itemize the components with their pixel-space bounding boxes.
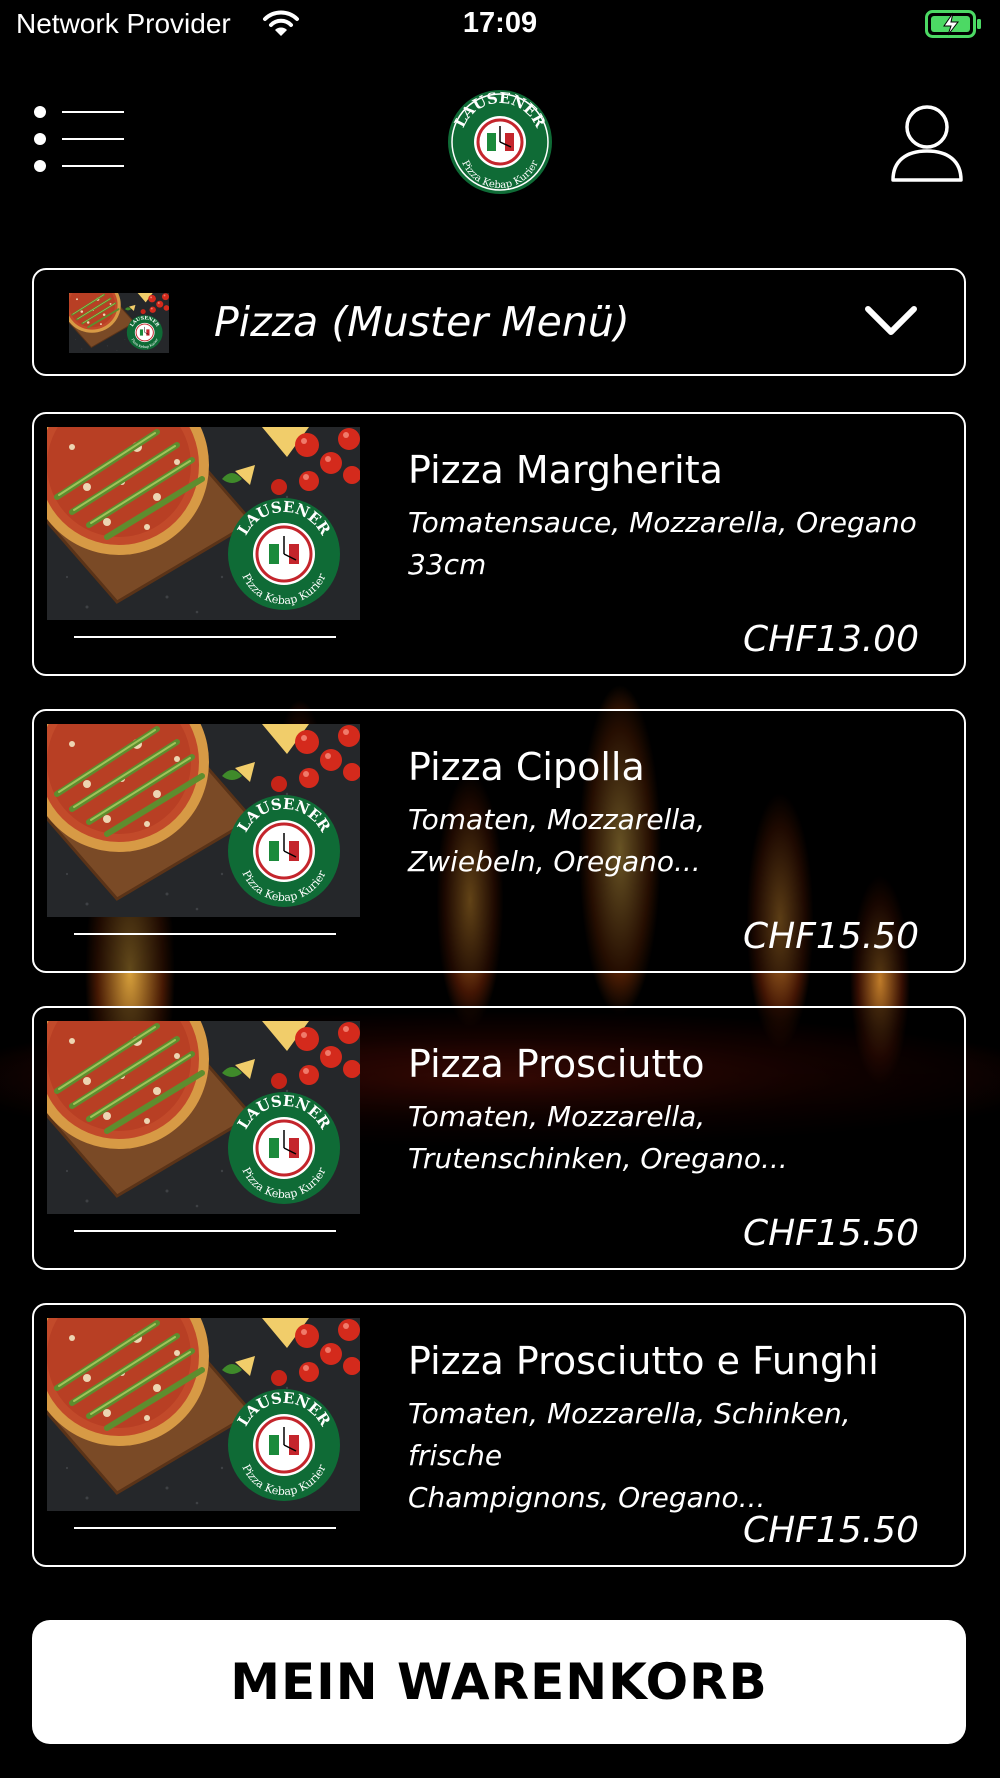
status-time: 17:09: [462, 7, 538, 39]
product-name: Pizza Cipolla: [408, 745, 645, 789]
category-dropdown[interactable]: Pizza (Muster Menü): [32, 268, 966, 376]
product-card[interactable]: Pizza Cipolla Tomaten, Mozzarella, Zwieb…: [32, 709, 966, 973]
product-name: Pizza Prosciutto e Funghi: [408, 1339, 879, 1383]
app-logo: LAUSENER Pizza Kebap Kurier: [448, 89, 552, 194]
category-thumbnail: [69, 293, 169, 353]
product-price: CHF15.50: [743, 916, 919, 957]
category-selected-label: Pizza (Muster Menü): [214, 298, 630, 346]
product-name: Pizza Margherita: [408, 448, 723, 492]
battery-charging-icon: [925, 10, 983, 42]
product-image: [47, 427, 360, 620]
product-image: [47, 1318, 360, 1511]
product-description: Tomaten, Mozzarella, Zwiebeln, Oregano..…: [408, 803, 706, 878]
product-price: CHF15.50: [743, 1510, 919, 1551]
chevron-down-icon: [865, 306, 917, 335]
product-card[interactable]: Pizza Margherita Tomatensauce, Mozzarell…: [32, 412, 966, 676]
product-price: CHF15.50: [743, 1213, 919, 1254]
product-description: Tomatensauce, Mozzarella, Oregano 33cm: [408, 506, 917, 581]
image-underline: [74, 933, 336, 935]
product-description: Tomaten, Mozzarella, Trutenschinken, Ore…: [408, 1100, 788, 1175]
image-underline: [74, 1230, 336, 1232]
product-name: Pizza Prosciutto: [408, 1042, 705, 1086]
product-image: [47, 1021, 360, 1214]
image-underline: [74, 1527, 336, 1529]
status-bar: Network Provider 17:09: [0, 0, 1000, 50]
cart-button[interactable]: MEIN WARENKORB: [32, 1620, 966, 1744]
hamburger-menu-icon[interactable]: [34, 106, 124, 176]
product-image: [47, 724, 360, 917]
top-navigation: LAUSENER Pizza Kebap Kurier: [0, 70, 1000, 220]
product-description: Tomaten, Mozzarella, Schinken, frische C…: [408, 1397, 851, 1514]
product-price: CHF13.00: [743, 619, 919, 660]
image-underline: [74, 636, 336, 638]
user-profile-icon[interactable]: [890, 103, 964, 183]
product-card[interactable]: Pizza Prosciutto e Funghi Tomaten, Mozza…: [32, 1303, 966, 1567]
product-card[interactable]: Pizza Prosciutto Tomaten, Mozzarella, Tr…: [32, 1006, 966, 1270]
